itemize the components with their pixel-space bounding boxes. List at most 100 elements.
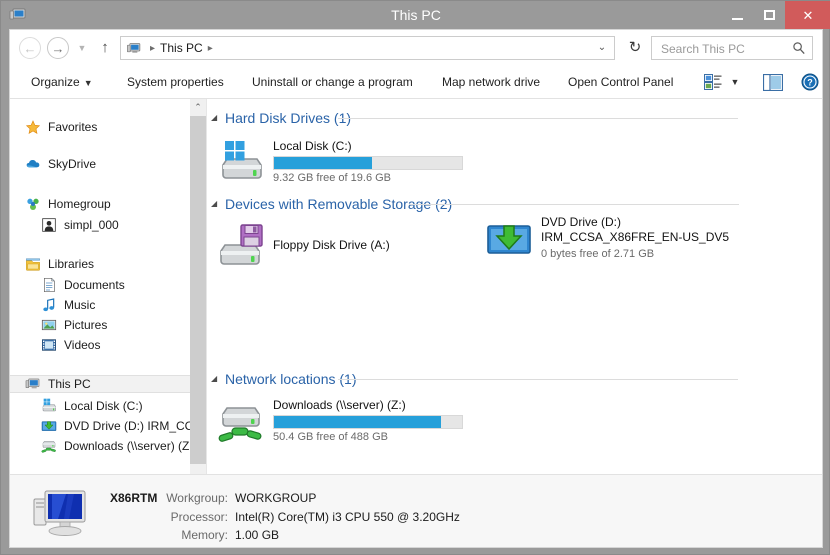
breadcrumb-separator: ▸ <box>150 42 156 54</box>
minimize-button[interactable] <box>721 1 753 29</box>
capacity-bar <box>273 415 463 429</box>
sidebar-item-label: SkyDrive <box>48 157 97 171</box>
computer-icon <box>32 483 90 539</box>
change-view-icon[interactable] <box>702 71 724 93</box>
drive-tile[interactable]: Floppy Disk Drive (A:) <box>217 223 477 273</box>
chevron-down-icon: ▼ <box>83 78 93 88</box>
explorer-window: This PC ✕ ← → ▼ ↑ ▸ This PC ▸ ⌄ ↻ Search… <box>0 0 830 555</box>
this-pc-icon <box>24 376 42 392</box>
music-icon <box>40 297 58 313</box>
details-pane: X86RTM Workgroup: WORKGROUP Processor: Inte… <box>10 474 822 547</box>
sidebar-item-downloads-server-z[interactable]: Downloads (\\server) (Z <box>40 436 190 456</box>
group-header[interactable]: ◢ Hard Disk Drives (1) <box>211 107 351 129</box>
hard-disk-icon <box>217 139 265 187</box>
client-area: ← → ▼ ↑ ▸ This PC ▸ ⌄ ↻ Search This PC O… <box>9 29 823 548</box>
floppy-drive-icon <box>217 223 265 271</box>
map-network-drive-button[interactable]: Map network drive <box>442 66 540 98</box>
back-button[interactable]: ← <box>19 37 41 59</box>
uninstall-or-change-program-button[interactable]: Uninstall or change a program <box>252 66 413 98</box>
sidebar-item-videos[interactable]: Videos <box>40 335 190 355</box>
network-drive-icon <box>40 438 58 454</box>
sidebar-item-homegroup[interactable]: Homegroup <box>24 194 190 214</box>
group-divider <box>338 379 738 380</box>
sidebar-item-simpl-000[interactable]: simpl_000 <box>40 215 190 235</box>
up-button[interactable]: ↑ <box>97 39 113 57</box>
documents-icon <box>40 277 58 293</box>
preview-pane-icon[interactable] <box>762 71 784 93</box>
drive-capacity-text: 0 bytes free of 2.71 GB <box>541 248 655 260</box>
sidebar-item-favorites[interactable]: Favorites <box>24 117 190 137</box>
search-box[interactable] <box>651 36 813 61</box>
sidebar-item-label: simpl_000 <box>64 218 119 232</box>
sidebar-item-label: Libraries <box>48 257 95 271</box>
sidebar-item-label: Favorites <box>48 120 98 134</box>
sidebar-item-skydrive[interactable]: SkyDrive <box>24 154 190 174</box>
breadcrumb: ▸ This PC ▸ <box>145 37 218 59</box>
sidebar-item-this-pc[interactable]: This PC <box>10 375 190 393</box>
navigation-scrollbar[interactable]: ⌃ ⌄ <box>190 99 206 503</box>
address-bar[interactable]: ▸ This PC ▸ ⌄ <box>120 36 615 60</box>
sidebar-item-local-disk-c[interactable]: Local Disk (C:) <box>40 396 190 416</box>
close-icon: ✕ <box>802 7 814 23</box>
chevron-down-icon[interactable]: ⌄ <box>596 41 608 55</box>
this-pc-icon <box>126 41 142 56</box>
drive-name: Floppy Disk Drive (A:) <box>273 238 390 252</box>
drive-tile[interactable]: Downloads (\\server) (Z:) 50.4 GB free of… <box>217 398 477 448</box>
user-icon <box>40 217 58 233</box>
group-title: Hard Disk Drives (1) <box>225 110 352 126</box>
organize-label: Organize <box>31 75 80 89</box>
open-control-panel-button[interactable]: Open Control Panel <box>568 66 673 98</box>
dvd-drive-icon <box>40 418 58 434</box>
details-value: WORKGROUP <box>235 491 317 505</box>
drive-name: Downloads (\\server) (Z:) <box>273 398 406 412</box>
forward-button[interactable]: → <box>47 37 69 59</box>
drive-tile[interactable]: Local Disk (C:) 9.32 GB free of 19.6 GB <box>217 139 477 189</box>
collapse-triangle-icon[interactable]: ◢ <box>211 193 225 215</box>
refresh-icon[interactable]: ↻ <box>625 38 645 58</box>
sidebar-item-dvd-drive-d-irm-ccs[interactable]: DVD Drive (D:) IRM_CCS <box>40 416 201 436</box>
address-bar-row: ← → ▼ ↑ ▸ This PC ▸ ⌄ ↻ Search This PC <box>10 30 822 66</box>
system-properties-button[interactable]: System properties <box>127 66 224 98</box>
sidebar-item-label: Pictures <box>64 318 108 332</box>
breadcrumb-item-this-pc[interactable]: This PC <box>160 41 203 55</box>
cloud-icon <box>24 156 42 172</box>
group-title: Network locations (1) <box>225 371 357 387</box>
breadcrumb-separator-end[interactable]: ▸ <box>203 43 218 54</box>
sidebar-item-label: Homegroup <box>48 197 111 211</box>
group-header[interactable]: ◢ Network locations (1) <box>211 368 357 390</box>
collapse-triangle-icon[interactable]: ◢ <box>211 107 225 129</box>
help-icon[interactable]: ? <box>799 71 821 93</box>
maximize-button[interactable] <box>753 1 785 29</box>
scroll-up-button[interactable]: ⌃ <box>190 99 206 116</box>
sidebar-item-label: Documents <box>64 278 125 292</box>
recent-locations-button[interactable]: ▼ <box>76 42 88 54</box>
group-divider <box>409 204 739 205</box>
details-label: Workgroup: <box>166 491 228 505</box>
dvd-drive-icon <box>485 215 533 263</box>
sidebar-item-label: Local Disk (C:) <box>64 399 143 413</box>
close-button[interactable]: ✕ <box>785 1 830 29</box>
sidebar-item-pictures[interactable]: Pictures <box>40 315 190 335</box>
window-controls: ✕ <box>721 1 830 29</box>
scrollbar-thumb[interactable] <box>190 116 206 464</box>
file-list-pane[interactable]: ◢ Hard Disk Drives (1) Local Disk (C:) 9.32… <box>207 99 822 503</box>
drive-name: Local Disk (C:) <box>273 139 352 153</box>
collapse-triangle-icon[interactable]: ◢ <box>211 368 225 390</box>
sidebar-item-libraries[interactable]: Libraries <box>24 254 190 274</box>
library-icon <box>24 256 42 272</box>
navigation-pane[interactable]: Favorites SkyDrive Homegroup simpl_000 Libra… <box>10 99 207 503</box>
capacity-bar-fill <box>274 416 442 428</box>
window-title: This PC <box>391 7 441 23</box>
sidebar-item-music[interactable]: Music <box>40 295 190 315</box>
videos-icon <box>40 337 58 353</box>
sidebar-item-documents[interactable]: Documents <box>40 275 190 295</box>
search-input[interactable] <box>659 37 788 61</box>
view-options-caret[interactable]: ▼ <box>724 71 746 93</box>
organize-button[interactable]: Organize ▼ <box>31 66 93 98</box>
details-value: Intel(R) Core(TM) i3 CPU 550 @ 3.20GHz <box>235 510 460 524</box>
capacity-bar-fill <box>274 157 372 169</box>
sidebar-item-label: Music <box>64 298 96 312</box>
svg-text:?: ? <box>807 78 813 88</box>
drive-tile[interactable]: DVD Drive (D:) IRM_CCSA_X86FRE_EN-US_DV5 0… <box>485 215 745 265</box>
title-bar: This PC ✕ <box>1 1 830 29</box>
